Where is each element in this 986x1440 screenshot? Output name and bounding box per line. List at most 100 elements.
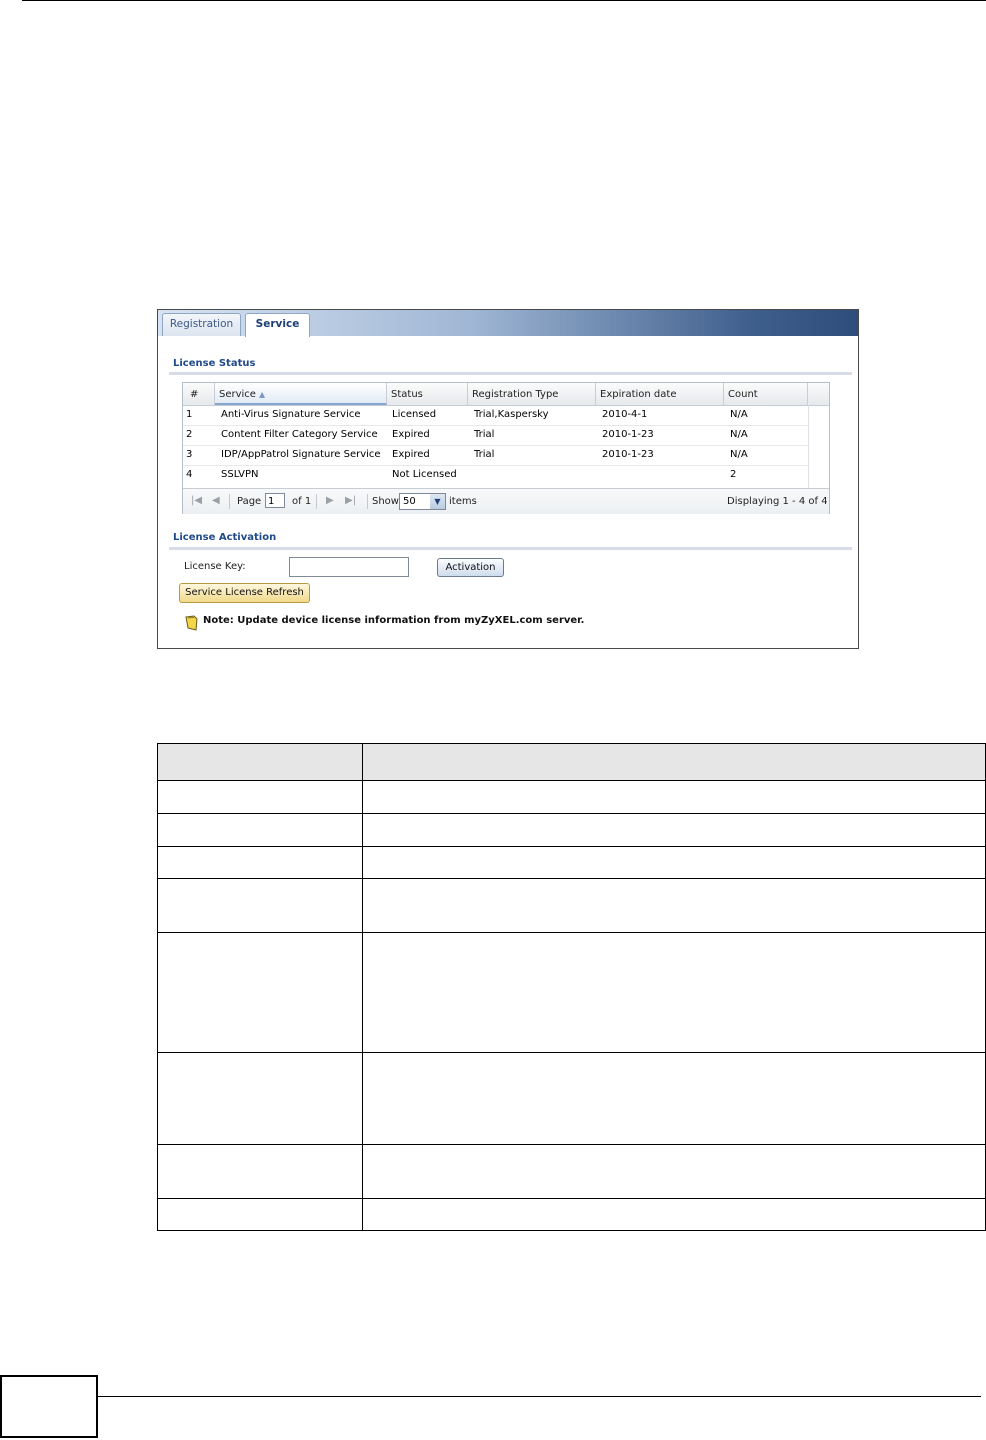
table-row <box>157 1144 986 1199</box>
column-header-label: Registration Type <box>472 389 559 400</box>
column-header-label: Status <box>391 389 423 400</box>
table-row <box>157 932 986 1053</box>
table-row <box>157 1052 986 1145</box>
license-status-title: License Status <box>173 358 256 369</box>
table-cell <box>157 1198 363 1231</box>
cell-number: 4 <box>186 469 193 480</box>
table-cell <box>157 1052 363 1145</box>
table-cell <box>362 1198 986 1231</box>
footer-rule <box>98 1396 981 1397</box>
page-number-input[interactable]: 1 <box>265 493 285 508</box>
service-license-panel: Registration Service License Status # Se… <box>157 309 859 649</box>
table-cell <box>157 932 363 1053</box>
sort-ascending-icon: ▲ <box>258 390 266 399</box>
column-header-label: Count <box>728 389 758 400</box>
cell-service: Content Filter Category Service <box>221 429 378 440</box>
table-cell <box>362 1144 986 1199</box>
section-divider <box>169 372 852 375</box>
cell-expiration-date: 2010-1-23 <box>602 429 654 440</box>
items-per-page-value: 50 <box>403 496 416 507</box>
column-header-count[interactable]: Count <box>724 383 808 405</box>
previous-page-icon[interactable]: ◀ <box>212 495 220 506</box>
cell-service: IDP/AppPatrol Signature Service <box>221 449 381 460</box>
table-cell <box>362 813 986 847</box>
column-header-label: Service <box>219 389 256 400</box>
column-header-registration-type[interactable]: Registration Type <box>468 383 596 405</box>
items-per-page-select[interactable]: 50 ▼ <box>399 493 446 510</box>
page-label: Page <box>237 496 262 507</box>
column-header-number[interactable]: # <box>183 383 215 405</box>
last-page-icon[interactable]: ▶| <box>345 495 356 506</box>
table-row[interactable]: 3 IDP/AppPatrol Signature Service Expire… <box>183 445 808 466</box>
table-cell <box>362 1052 986 1145</box>
page-count-label: of 1 <box>292 496 312 507</box>
table-row <box>157 780 986 814</box>
cell-count: N/A <box>730 409 748 420</box>
cell-service: SSLVPN <box>221 469 259 480</box>
displaying-summary: Displaying 1 - 4 of 4 <box>727 496 828 507</box>
cell-count: 2 <box>730 469 737 480</box>
cell-number: 2 <box>186 429 193 440</box>
column-header-spacer <box>808 383 829 405</box>
license-activation-title: License Activation <box>173 532 277 543</box>
table-cell <box>362 932 986 1053</box>
activation-button[interactable]: Activation <box>437 558 504 577</box>
table-header-row <box>157 743 986 781</box>
cell-registration-type: Trial <box>474 429 495 440</box>
table-cell <box>157 813 363 847</box>
page-top-rule <box>22 0 986 1</box>
table-cell <box>157 743 363 781</box>
first-page-icon[interactable]: |◀ <box>191 495 202 506</box>
cell-service: Anti-Virus Signature Service <box>221 409 361 420</box>
column-header-status[interactable]: Status <box>387 383 468 405</box>
items-label: items <box>449 496 477 507</box>
chevron-down-icon[interactable]: ▼ <box>430 494 445 509</box>
tab-registration[interactable]: Registration <box>162 313 241 336</box>
column-header-label: # <box>190 389 199 400</box>
note-icon <box>185 615 198 631</box>
show-label: Show <box>372 496 399 507</box>
cell-status: Expired <box>392 449 430 460</box>
table-row[interactable]: 1 Anti-Virus Signature Service Licensed … <box>183 405 808 426</box>
page-number-box <box>0 1375 98 1438</box>
service-license-refresh-button[interactable]: Service License Refresh <box>179 583 310 603</box>
table-cell <box>362 743 986 781</box>
table-header: # Service ▲ Status Registration Type Expi… <box>183 383 829 406</box>
table-row[interactable]: 2 Content Filter Category Service Expire… <box>183 425 808 446</box>
table-cell <box>157 878 363 933</box>
cell-expiration-date: 2010-1-23 <box>602 449 654 460</box>
table-row[interactable]: 4 SSLVPN Not Licensed 2 <box>183 465 808 485</box>
license-status-table: # Service ▲ Status Registration Type Expi… <box>182 382 830 514</box>
cell-status: Not Licensed <box>392 469 457 480</box>
cell-registration-type: Trial <box>474 449 495 460</box>
pagination-bar: |◀ ◀ Page 1 of 1 ▶ ▶| Show 50 ▼ items Di… <box>183 488 829 514</box>
column-header-expiration-date[interactable]: Expiration date <box>596 383 724 405</box>
table-row <box>157 813 986 847</box>
license-key-label: License Key: <box>184 561 246 572</box>
license-key-input[interactable] <box>289 557 409 577</box>
scrollbar-track-divider <box>808 405 809 488</box>
tab-bar: Registration Service <box>158 310 858 337</box>
cell-number: 3 <box>186 449 193 460</box>
table-cell <box>362 846 986 879</box>
column-header-service[interactable]: Service ▲ <box>215 383 387 405</box>
table-cell <box>362 780 986 814</box>
tab-service[interactable]: Service <box>245 313 310 337</box>
field-description-table <box>157 743 986 1231</box>
cell-status: Expired <box>392 429 430 440</box>
table-cell <box>157 780 363 814</box>
cell-count: N/A <box>730 449 748 460</box>
column-header-label: Expiration date <box>600 389 677 400</box>
cell-status: Licensed <box>392 409 437 420</box>
table-cell <box>157 1144 363 1199</box>
cell-registration-type: Trial,Kaspersky <box>474 409 549 420</box>
cell-number: 1 <box>186 409 193 420</box>
next-page-icon[interactable]: ▶ <box>326 495 334 506</box>
pager-separator <box>367 494 368 509</box>
table-row <box>157 878 986 933</box>
pager-separator <box>316 494 317 509</box>
note-text: Note: Update device license information … <box>203 615 585 626</box>
table-cell <box>157 846 363 879</box>
pager-separator <box>229 494 230 509</box>
section-divider <box>169 547 852 550</box>
